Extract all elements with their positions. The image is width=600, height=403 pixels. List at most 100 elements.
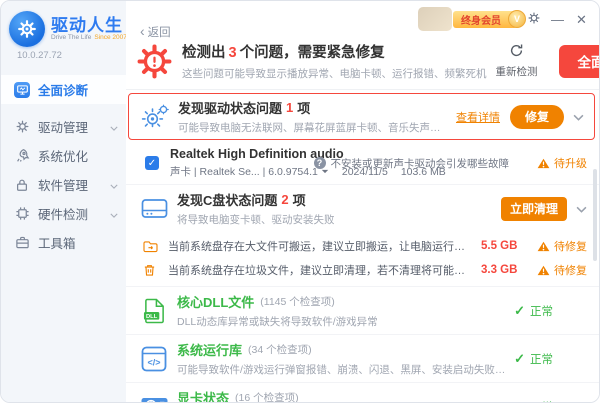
- check-count-note: (1145 个检查项): [260, 294, 335, 309]
- sidebar-item-hardware-detect[interactable]: 硬件检测: [1, 199, 126, 228]
- chevron-down-icon: [110, 207, 118, 221]
- scrollbar-thumb[interactable]: [593, 169, 597, 261]
- disk-issue-title: 发现C盘状态问题 2 项: [177, 190, 493, 209]
- driver-issue-desc: 可能导致电脑无法联网、屏幕花屏蓝屏卡顿、音乐失声失真及USB等设备识别运行异常: [178, 120, 448, 135]
- app-logo: 驱动人生 Drive The LifeSince 2007: [1, 1, 126, 47]
- check-row-gpu[interactable]: 显卡状态 (16 个检查项) 可能导致无法显示，显示不清晰、不全，出现蓝屏、黑屏…: [126, 383, 599, 402]
- issue-title-text: 发现驱动状态问题: [178, 98, 282, 117]
- disk-issue-row[interactable]: 发现C盘状态问题 2 项 将导致电脑变卡顿、驱动安装失败 立即清理: [126, 185, 599, 232]
- check-desc: 可能导致软件/游戏运行弹窗报错、崩溃、闪退、黑屏、安装启动失败等异常: [177, 362, 514, 377]
- issue-count: 2: [281, 192, 288, 207]
- check-texts: 显卡状态 (16 个检查项) 可能导致无法显示，显示不清晰、不全，出现蓝屏、黑屏…: [177, 388, 514, 402]
- check-status-label: 正常: [530, 351, 553, 367]
- folder-move-icon: [143, 240, 159, 253]
- chevron-left-icon: ‹: [140, 26, 145, 37]
- driver-status: 待升级: [537, 155, 587, 171]
- sidebar-menu: 全面诊断 驱动管理 系统优化 软件管理 硬件检测: [1, 75, 126, 257]
- check-desc: DLL动态库异常或缺失将导致软件/游戏异常: [177, 314, 514, 329]
- disk-subitem-junk-files[interactable]: 当前系统盘存在垃圾文件，建议立即清理，若不清理将可能导致驱动无法正常安装 3.3…: [126, 258, 599, 282]
- app-window: 驱动人生 Drive The LifeSince 2007 10.0.27.72…: [0, 0, 600, 403]
- minimize-button[interactable]: —: [550, 13, 565, 26]
- driver-version-select[interactable]: 声卡 | Realtek Se... | 6.0.9754.1: [170, 164, 329, 179]
- member-badge-label: 终身会员: [461, 12, 501, 27]
- check-row-dll[interactable]: DLL 核心DLL文件 (1145 个检查项) DLL动态库异常或缺失将导致软件…: [126, 287, 599, 335]
- chevron-down-icon[interactable]: [576, 200, 587, 218]
- check-icon: ✓: [514, 351, 525, 367]
- code-runtime-icon: </>: [138, 346, 170, 372]
- driver-item-texts: Realtek High Definition audio 声卡 | Realt…: [170, 147, 304, 179]
- fix-all-button[interactable]: 全面修复: [559, 45, 600, 78]
- check-title: 显卡状态 (16 个检查项): [177, 388, 514, 402]
- driver-checkbox[interactable]: ✓: [145, 156, 159, 170]
- issue-unit: 项: [297, 98, 310, 117]
- driver-faq-text: 不安装或更新声卡驱动会引发哪些故障: [331, 156, 510, 171]
- tagline-text: Drive The Life: [51, 34, 91, 41]
- check-title: 核心DLL文件 (1145 个检查项): [177, 292, 514, 311]
- driver-item-row[interactable]: ✓ Realtek High Definition audio 声卡 | Rea…: [126, 142, 599, 185]
- dll-file-icon: DLL: [138, 298, 170, 324]
- sidebar-item-system-optimize[interactable]: 系统优化: [1, 141, 126, 170]
- disk-issue-texts: 发现C盘状态问题 2 项 将导致电脑变卡顿、驱动安装失败: [177, 190, 493, 227]
- scan-result-title: 检测出3个问题，需要紧急修复: [182, 41, 487, 62]
- issue-count: 1: [286, 100, 293, 115]
- subitem-size: 3.3 GB: [481, 264, 537, 276]
- since-text: Since 2007: [94, 34, 127, 41]
- app-title: 驱动人生: [51, 17, 127, 35]
- chevron-down-icon[interactable]: [573, 108, 584, 126]
- alert-gear-icon: [136, 43, 173, 80]
- title-prefix: 检测出: [182, 45, 226, 61]
- driver-meta: 声卡 | Realtek Se... | 6.0.9754.1 2024/11/…: [170, 164, 304, 179]
- sidebar-item-toolbox[interactable]: 工具箱: [1, 228, 126, 257]
- check-count-note: (34 个检查项): [248, 342, 312, 357]
- check-count-note: (16 个检查项): [235, 390, 299, 402]
- chevron-down-icon: [110, 120, 118, 134]
- vip-medal-icon: V: [508, 10, 526, 28]
- gear-icon: [14, 119, 30, 135]
- chip-icon: [14, 206, 30, 222]
- lock-icon: [14, 177, 30, 193]
- gpu-card-icon: [138, 395, 170, 402]
- sidebar-item-software-management[interactable]: 软件管理: [1, 170, 126, 199]
- window-controls: 终身会员 V — ✕: [418, 7, 589, 31]
- app-version: 10.0.27.72: [1, 47, 126, 71]
- warning-triangle-icon: [537, 265, 550, 276]
- driver-issue-row[interactable]: 发现驱动状态问题 1 项 可能导致电脑无法联网、屏幕花屏蓝屏卡顿、音乐失声失真及…: [128, 93, 595, 140]
- repair-button[interactable]: 修复: [510, 105, 564, 129]
- back-button[interactable]: ‹ 返回: [140, 24, 171, 40]
- driver-faq-link[interactable]: ? 不安装或更新声卡驱动会引发哪些故障: [314, 156, 510, 171]
- recheck-button[interactable]: 重新检测: [496, 43, 538, 79]
- clean-now-button[interactable]: 立即清理: [501, 197, 567, 221]
- check-title-text: 显卡状态: [177, 388, 229, 402]
- view-details-link[interactable]: 查看详情: [456, 109, 500, 125]
- issue-count: 3: [229, 45, 237, 61]
- settings-icon[interactable]: [526, 11, 541, 27]
- svg-text:DLL: DLL: [146, 313, 158, 319]
- refresh-icon: [509, 43, 524, 61]
- check-row-runtime[interactable]: </> 系统运行库 (34 个检查项) 可能导致软件/游戏运行弹窗报错、崩溃、闪…: [126, 335, 599, 383]
- disk-subitem-large-files[interactable]: 当前系统盘存在大文件可搬运，建议立即搬运，让电脑运行更加流畅 5.5 GB 待修…: [126, 234, 599, 258]
- sidebar-item-label: 系统优化: [38, 146, 88, 165]
- sidebar-item-label: 软件管理: [38, 175, 88, 194]
- member-badge[interactable]: 终身会员 V: [453, 11, 517, 28]
- sidebar: 驱动人生 Drive The LifeSince 2007 10.0.27.72…: [1, 1, 126, 402]
- topbar: ‹ 返回 终身会员 V — ✕: [126, 1, 599, 41]
- account-avatar[interactable]: [418, 7, 452, 31]
- issue-unit: 项: [293, 190, 306, 209]
- recheck-label: 重新检测: [496, 64, 538, 79]
- dual-gears-icon: [139, 102, 171, 132]
- subitem-status-label: 待修复: [554, 262, 587, 278]
- svg-text:</>: </>: [147, 357, 160, 367]
- sidebar-item-full-diagnosis[interactable]: 全面诊断: [1, 75, 126, 104]
- driver-issue-texts: 发现驱动状态问题 1 项 可能导致电脑无法联网、屏幕花屏蓝屏卡顿、音乐失声失真及…: [178, 98, 448, 135]
- sidebar-item-label: 全面诊断: [38, 80, 88, 99]
- check-status-label: 正常: [530, 399, 553, 403]
- subitem-text: 当前系统盘存在垃圾文件，建议立即清理，若不清理将可能导致驱动无法正常安装: [168, 262, 471, 278]
- sidebar-item-driver-management[interactable]: 驱动管理: [1, 112, 126, 141]
- check-icon: ✓: [514, 399, 525, 403]
- driver-status-label: 待升级: [554, 155, 587, 171]
- disk-drive-icon: [138, 197, 170, 220]
- issue-list: 发现驱动状态问题 1 项 可能导致电脑无法联网、屏幕花屏蓝屏卡顿、音乐失声失真及…: [126, 89, 599, 402]
- close-button[interactable]: ✕: [574, 13, 589, 26]
- check-title: 系统运行库 (34 个检查项): [177, 340, 514, 359]
- issue-title-text: 发现C盘状态问题: [177, 190, 277, 209]
